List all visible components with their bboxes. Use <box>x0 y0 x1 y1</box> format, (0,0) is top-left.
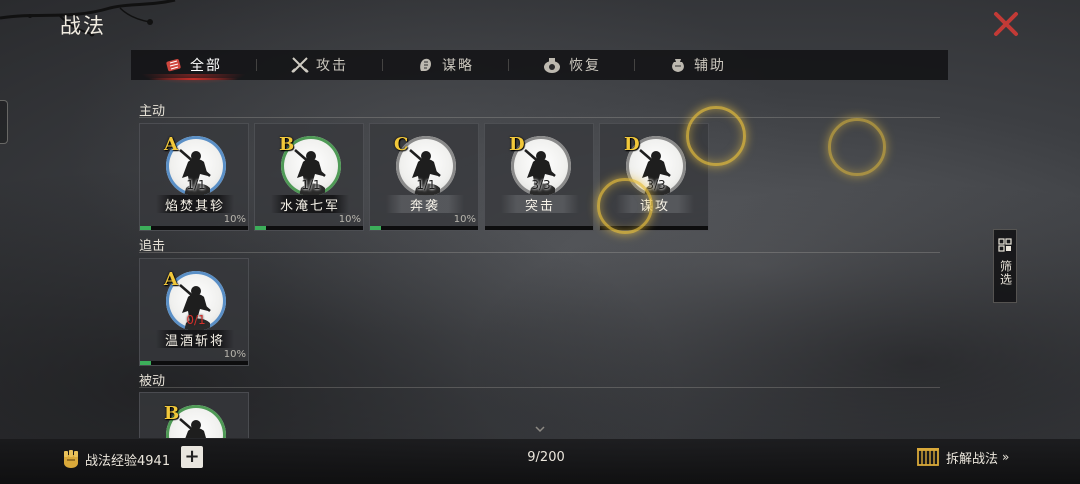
side-drawer-handle[interactable] <box>0 100 8 144</box>
skill-name: 奔袭 <box>386 195 464 214</box>
skill-name: 突击 <box>501 195 579 214</box>
skill-progress-bar <box>140 226 248 230</box>
skill-grade: D <box>509 134 525 155</box>
skill-progress-bar <box>140 361 248 365</box>
skill-uses-count: 1/1 <box>186 178 206 192</box>
skill-uses-count: 3/3 <box>646 178 666 192</box>
skill-card[interactable]: A 0/1 温酒斩将 10% <box>139 258 249 366</box>
tab-attack-label: 攻击 <box>316 58 348 74</box>
skill-progress-bar <box>255 226 363 230</box>
tab-all[interactable]: 全部 <box>131 50 256 84</box>
close-button[interactable] <box>990 8 1022 40</box>
skill-progress-fill <box>255 226 266 230</box>
skill-grade: B <box>164 403 180 424</box>
grid-filter-icon <box>998 238 1012 252</box>
skill-name: 焰焚其轸 <box>156 195 234 214</box>
skill-uses-count: 1/1 <box>416 178 436 192</box>
pouch-icon <box>669 56 687 74</box>
filter-label: 筛选 <box>998 260 1013 286</box>
tab-recovery[interactable]: 恢复 <box>509 50 634 80</box>
all-skills-icon <box>165 57 183 73</box>
skill-uses-count: 0/1 <box>186 313 206 327</box>
glow-ring-decoration <box>828 118 886 176</box>
page-title: 战法 <box>60 14 106 38</box>
skill-name: 温酒斩将 <box>156 330 234 349</box>
skill-progress-fill <box>140 226 151 230</box>
tab-strategy[interactable]: 谋略 <box>383 50 508 80</box>
skill-progress-bar <box>370 226 478 230</box>
close-icon <box>994 12 1018 36</box>
dismantle-skill-button[interactable]: 拆解战法 » <box>916 445 1009 469</box>
skill-progress-percent: 10% <box>223 214 246 225</box>
skill-card[interactable]: B <box>139 392 249 438</box>
filter-button[interactable]: 筛选 <box>993 229 1017 303</box>
skill-grade: D <box>624 134 640 155</box>
skill-exp-text: 战法经验4941 <box>85 454 171 469</box>
scroll-down-icon <box>535 426 545 433</box>
skill-progress-fill <box>370 226 381 230</box>
skill-progress-bar <box>485 226 593 230</box>
skill-name: 水淹七军 <box>271 195 349 214</box>
skill-grade: A <box>164 269 178 290</box>
section-divider <box>139 252 940 253</box>
tab-support-label: 辅助 <box>694 58 726 74</box>
skill-name: 谋攻 <box>616 195 694 214</box>
skill-progress-percent: 10% <box>223 349 246 360</box>
skill-card[interactable]: A 1/1 焰焚其轸 10% <box>139 123 249 231</box>
tab-all-label: 全部 <box>190 58 222 74</box>
skill-uses-count: 1/1 <box>301 178 321 192</box>
section-divider <box>139 117 940 118</box>
skill-progress-bar <box>600 226 708 230</box>
chevron-right-icon: » <box>1002 450 1009 464</box>
dismantle-label: 拆解战法 <box>946 451 999 467</box>
skill-card[interactable]: B 1/1 水淹七军 10% <box>254 123 364 231</box>
skill-grade: C <box>394 134 409 155</box>
tab-recovery-label: 恢复 <box>569 58 601 74</box>
skill-card[interactable]: D 3/3 谋攻 <box>599 123 709 231</box>
tab-attack[interactable]: 攻击 <box>257 50 382 80</box>
crossed-swords-icon <box>291 56 309 74</box>
skill-count: 9/200 <box>527 450 565 465</box>
tab-support[interactable]: 辅助 <box>635 50 760 80</box>
scroll-hand-icon <box>417 56 435 74</box>
skill-progress-percent: 10% <box>453 214 476 225</box>
dismantle-icon <box>916 446 940 468</box>
category-tabbar: 全部 攻击 谋略 恢复 辅助 <box>131 50 948 84</box>
skill-uses-count: 3/3 <box>531 178 551 192</box>
skill-progress-fill <box>140 361 151 365</box>
skill-grade: B <box>279 134 295 155</box>
skill-grade: A <box>164 134 178 155</box>
potion-icon <box>542 56 562 74</box>
fist-exp-icon <box>64 450 78 468</box>
tab-strategy-label: 谋略 <box>442 58 474 74</box>
add-exp-button[interactable]: + <box>181 446 203 468</box>
skill-card[interactable]: D 3/3 突击 <box>484 123 594 231</box>
skill-card[interactable]: C 1/1 奔袭 10% <box>369 123 479 231</box>
skill-progress-percent: 10% <box>338 214 361 225</box>
section-divider <box>139 387 940 388</box>
